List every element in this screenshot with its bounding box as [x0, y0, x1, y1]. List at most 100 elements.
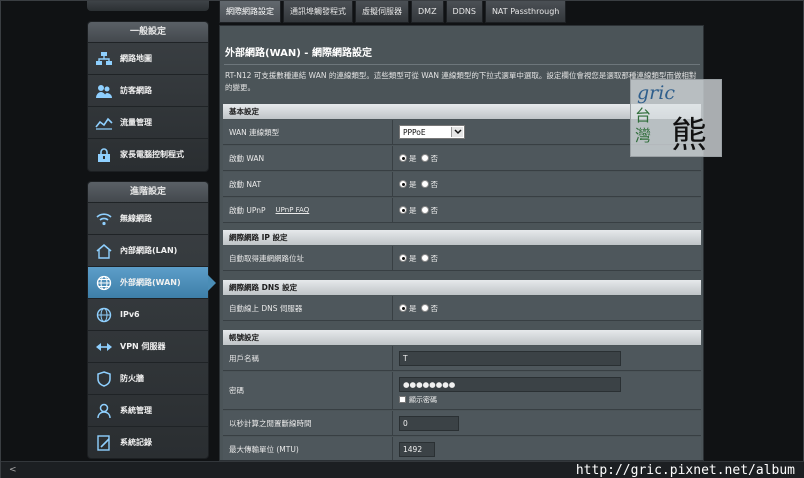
auto-dns-yes-radio[interactable] — [399, 304, 407, 312]
idle-timeout-input[interactable]: 0 — [399, 415, 459, 431]
sidebar: 一般設定 網路地圖 訪客網路 流量管理 家長電腦控制程式 進階設定 無線網路 內… — [87, 1, 216, 461]
scroll-left-arrow-icon[interactable]: < — [9, 465, 17, 475]
show-password-checkbox[interactable] — [399, 396, 406, 403]
sidebar-item-label: 內部網路(LAN) — [120, 246, 178, 255]
radio-yes-label: 是 — [409, 303, 417, 313]
network-map-icon — [94, 49, 114, 69]
username-input[interactable]: T — [399, 350, 621, 366]
sidebar-item-label: VPN 伺服器 — [120, 342, 166, 351]
tab-port-trigger[interactable]: 通訊埠觸發程式 — [283, 1, 353, 23]
enable-nat-label: 啟動 NAT — [223, 172, 393, 196]
wan-tab-bar: 網際網路設定 通訊埠觸發程式 虛擬伺服器 DMZ DDNS NAT Passth… — [219, 1, 568, 25]
guest-network-icon — [94, 81, 114, 101]
sidebar-item-administration[interactable]: 系統管理 — [88, 394, 208, 426]
auto-ip-no-radio[interactable] — [420, 254, 429, 262]
radio-no-label: 否 — [430, 179, 439, 189]
chevron-down-icon — [451, 127, 463, 137]
tab-dmz[interactable]: DMZ — [411, 1, 444, 23]
general-settings-group: 一般設定 網路地圖 訪客網路 流量管理 家長電腦控制程式 — [87, 21, 209, 172]
enable-nat-no-radio[interactable] — [420, 180, 429, 188]
auto-dns-label: 自動線上 DNS 伺服器 — [223, 296, 393, 320]
row-enable-upnp: 啟動 UPnP UPnP FAQ 是 否 — [223, 198, 701, 223]
section-wan-ip: 網際網路 IP 設定 — [223, 230, 701, 245]
enable-nat-yes-radio[interactable] — [399, 180, 407, 188]
general-settings-title: 一般設定 — [88, 22, 208, 42]
page-description: RT-N12 可支援數種連結 WAN 的連線類型。這些類型可從 WAN 連線類型… — [225, 71, 697, 92]
gric-watermark-logo: gric 台灣 熊 — [630, 79, 722, 157]
tab-internet-connection[interactable]: 網際網路設定 — [219, 1, 281, 23]
sidebar-item-traffic-manager[interactable]: 流量管理 — [88, 106, 208, 138]
sidebar-item-wan[interactable]: 外部網路(WAN) — [88, 266, 216, 298]
auto-dns-no-radio[interactable] — [420, 304, 429, 312]
wan-globe-icon — [94, 273, 114, 293]
sidebar-item-system-log[interactable]: 系統記錄 — [88, 426, 208, 458]
sidebar-item-label: 流量管理 — [120, 118, 152, 127]
lan-home-icon — [94, 241, 114, 261]
mtu-input[interactable]: 1492 — [399, 441, 435, 457]
row-password: 密碼 ●●●●●●●● 顯示密碼 — [223, 372, 701, 410]
sidebar-item-label: 無線網路 — [120, 214, 152, 223]
sidebar-item-lan[interactable]: 內部網路(LAN) — [88, 234, 208, 266]
sidebar-item-label: 系統記錄 — [120, 438, 152, 447]
enable-upnp-text: 啟動 UPnP — [229, 205, 266, 215]
ipv6-icon — [94, 305, 114, 325]
enable-wan-yes-radio[interactable] — [399, 154, 407, 162]
radio-yes-label: 是 — [409, 179, 417, 189]
enable-upnp-yes-radio[interactable] — [399, 206, 407, 214]
tab-nat-passthrough[interactable]: NAT Passthrough — [484, 1, 567, 23]
parental-control-icon — [94, 145, 114, 165]
sidebar-item-vpn-server[interactable]: VPN 伺服器 — [88, 330, 208, 362]
row-auto-ip: 自動取得連網網路位址 是 否 — [223, 246, 701, 271]
tab-virtual-server[interactable]: 虛擬伺服器 — [355, 1, 409, 23]
row-enable-nat: 啟動 NAT 是 否 — [223, 172, 701, 197]
upnp-faq-link[interactable]: UPnP FAQ — [276, 206, 310, 214]
idle-timeout-label: 以秒計算之閒置斷線時間 — [223, 411, 393, 435]
row-mtu: 最大傳輸單位 (MTU) 1492 — [223, 437, 701, 460]
firewall-shield-icon — [94, 369, 114, 389]
title-divider — [224, 64, 700, 65]
sidebar-item-label: 防火牆 — [120, 374, 144, 383]
radio-no-label: 否 — [430, 253, 439, 263]
wan-type-value: PPPoE — [403, 127, 426, 137]
radio-no-label: 否 — [430, 205, 439, 215]
auto-ip-yes-radio[interactable] — [399, 254, 407, 262]
sidebar-item-label: 外部網路(WAN) — [120, 278, 181, 287]
wan-type-select[interactable]: PPPoE — [399, 125, 465, 139]
mtu-label: 最大傳輸單位 (MTU) — [223, 437, 393, 460]
enable-upnp-no-radio[interactable] — [420, 206, 429, 214]
sidebar-item-network-map[interactable]: 網路地圖 — [88, 42, 208, 74]
administration-icon — [94, 401, 114, 421]
advanced-settings-title: 進階設定 — [88, 182, 208, 202]
radio-yes-label: 是 — [409, 153, 417, 163]
sidebar-item-label: 網路地圖 — [120, 54, 152, 63]
row-idle-timeout: 以秒計算之閒置斷線時間 0 — [223, 411, 701, 436]
radio-yes-label: 是 — [409, 253, 417, 263]
password-label: 密碼 — [223, 372, 393, 409]
horizontal-scrollbar[interactable]: < http://gric.pixnet.net/album — [1, 461, 804, 478]
advanced-settings-group: 進階設定 無線網路 內部網路(LAN) 外部網路(WAN) IPv6 VPN 伺… — [87, 181, 216, 459]
radio-yes-label: 是 — [409, 205, 417, 215]
sidebar-item-label: 家長電腦控制程式 — [120, 150, 184, 159]
sidebar-item-label: 系統管理 — [120, 406, 152, 415]
section-account: 帳號設定 — [223, 330, 701, 345]
enable-upnp-label: 啟動 UPnP UPnP FAQ — [223, 198, 393, 222]
sidebar-item-ipv6[interactable]: IPv6 — [88, 298, 208, 330]
row-username: 用戶名稱 T — [223, 346, 701, 371]
section-wan-dns: 網際網路 DNS 設定 — [223, 280, 701, 295]
wireless-icon — [94, 209, 114, 229]
username-label: 用戶名稱 — [223, 346, 393, 370]
sidebar-item-wireless[interactable]: 無線網路 — [88, 202, 208, 234]
password-input[interactable]: ●●●●●●●● — [399, 376, 621, 392]
traffic-manager-icon — [94, 113, 114, 133]
sidebar-item-firewall[interactable]: 防火牆 — [88, 362, 208, 394]
radio-no-label: 否 — [430, 303, 439, 313]
sidebar-item-parental-control[interactable]: 家長電腦控制程式 — [88, 138, 208, 170]
album-url-watermark: http://gric.pixnet.net/album — [575, 463, 795, 478]
vpn-icon — [94, 337, 114, 357]
tab-ddns[interactable]: DDNS — [445, 1, 483, 23]
watermark-taiwan: 台灣 — [635, 106, 652, 145]
sidebar-item-label: 訪客網路 — [120, 86, 152, 95]
enable-wan-no-radio[interactable] — [420, 154, 429, 162]
row-auto-dns: 自動線上 DNS 伺服器 是 否 — [223, 296, 701, 321]
sidebar-item-guest-network[interactable]: 訪客網路 — [88, 74, 208, 106]
